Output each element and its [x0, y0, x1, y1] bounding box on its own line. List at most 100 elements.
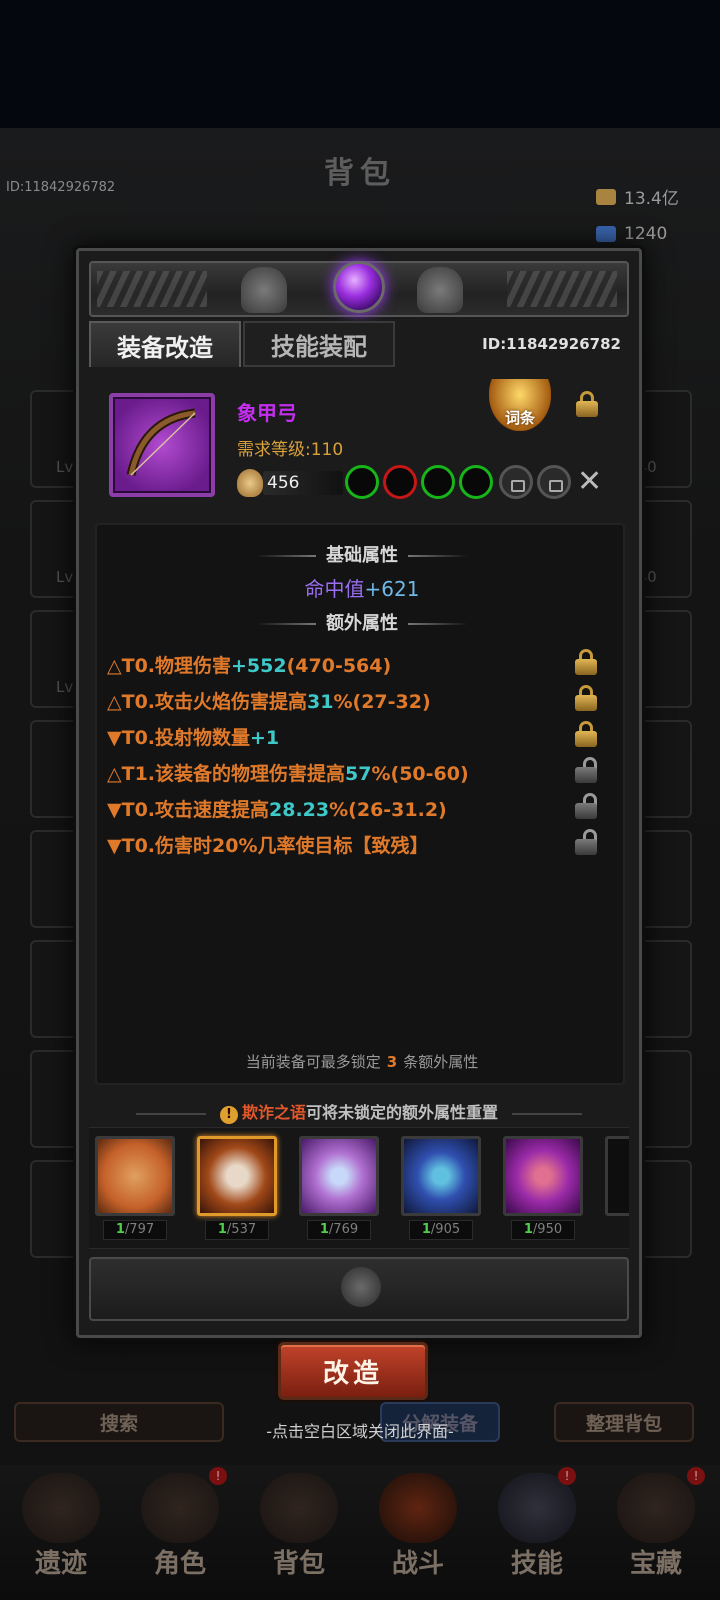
material-count: 1/950 — [511, 1220, 575, 1240]
material-description: 可将未锁定的额外属性重置 — [306, 1103, 499, 1122]
rainbow-crystal-icon — [401, 1136, 481, 1216]
pink-crystal-icon — [299, 1136, 379, 1216]
affix-value: 28.23 — [269, 799, 330, 821]
nav-backpack[interactable]: 背包 — [240, 1465, 358, 1600]
affix-row: ▼T0.攻击速度提高28.23%(26-31.2) — [107, 795, 447, 822]
base-stat-value: +621 — [364, 577, 420, 601]
bow-icon — [126, 408, 196, 477]
material-total: /950 — [532, 1222, 563, 1237]
material-count: 1/537 — [205, 1220, 269, 1240]
affix-text: △T1.该装备的物理伤害提高 — [107, 763, 346, 785]
dialog-tabs: 装备改造 技能装配 ID:11842926782 — [89, 321, 629, 367]
affix-range: %(27-32) — [333, 691, 431, 713]
backpack-icon — [260, 1473, 338, 1543]
lock-note-count: 3 — [386, 1053, 398, 1071]
reforge-button[interactable]: 改造 — [278, 1342, 428, 1400]
affix-lock-icon[interactable] — [575, 685, 597, 711]
lock-limit-note: 当前装备可最多锁定 3 条额外属性 — [97, 1051, 627, 1072]
base-stat: 命中值+621 — [97, 573, 627, 602]
material-name: 欺诈之语 — [241, 1103, 306, 1122]
socket-green[interactable] — [345, 465, 379, 499]
gold-display: 13.4亿 — [596, 184, 679, 209]
nav-treasure[interactable]: 宝藏! — [597, 1465, 715, 1600]
affix-entry-label: 词条 — [504, 409, 535, 427]
socket-locked — [537, 465, 571, 499]
close-hint[interactable]: -点击空白区域关闭此界面- — [0, 1418, 720, 1442]
tab-equipment-reforge[interactable]: 装备改造 — [89, 321, 241, 367]
affix-text: △T0.物理伤害 — [107, 655, 232, 677]
material-total: /905 — [430, 1222, 461, 1237]
material-total: /537 — [226, 1222, 257, 1237]
tab-label: 技能装配 — [271, 332, 367, 361]
socket-red[interactable] — [383, 465, 417, 499]
affix-unlock-icon[interactable] — [575, 793, 597, 819]
power-badge-icon — [237, 469, 263, 497]
notification-dot: ! — [558, 1467, 576, 1485]
player-id: ID:11842926782 — [6, 180, 116, 195]
affix-text: ▼T0.投射物数量 — [107, 727, 251, 749]
material-item[interactable]: 1/797 — [95, 1136, 175, 1242]
material-total: /797 — [124, 1222, 155, 1237]
affix-row: △T0.物理伤害+552(470-564) — [107, 651, 391, 678]
nav-skill[interactable]: 技能! — [478, 1465, 596, 1600]
material-item-selected[interactable]: 1/537 — [197, 1136, 277, 1242]
material-count: 1/797 — [103, 1220, 167, 1240]
wing-ornament — [507, 271, 617, 307]
status-bar — [0, 0, 720, 128]
equipment-reforge-dialog: 装备改造 技能装配 ID:11842926782 象甲弓 需求等级:110 45… — [76, 248, 642, 1338]
affix-value: 57 — [345, 763, 372, 785]
socket-green[interactable] — [421, 465, 455, 499]
warning-icon: ! — [219, 1106, 238, 1124]
material-list[interactable]: 1/797 1/537 1/769 1/905 1/950 — [89, 1127, 629, 1249]
item-icon-frame[interactable] — [109, 393, 215, 497]
tab-skill-assembly[interactable]: 技能装配 — [243, 321, 395, 367]
affix-value: +552 — [231, 655, 287, 677]
extra-attributes-title: 额外属性 — [97, 609, 627, 635]
material-total: /769 — [328, 1222, 359, 1237]
item-power: 456 — [263, 471, 343, 495]
affix-row: ▼T0.伤害时20%几率使目标【致残】 — [107, 831, 429, 858]
nav-label: 战斗 — [391, 1549, 444, 1579]
affix-unlock-icon[interactable] — [575, 829, 597, 855]
ornament-medallion — [341, 1267, 381, 1307]
material-item-partial[interactable] — [605, 1136, 629, 1242]
material-item[interactable]: 1/769 — [299, 1136, 379, 1242]
yin-yang-stone-icon — [95, 1136, 175, 1216]
gem-display: 1240 — [596, 224, 667, 244]
material-have: 1 — [319, 1222, 329, 1237]
affix-value: 31 — [307, 691, 334, 713]
nav-character[interactable]: 角色! — [121, 1465, 239, 1600]
affix-row: △T1.该装备的物理伤害提高57%(50-60) — [107, 759, 469, 786]
affix-range: (470-564) — [286, 655, 392, 677]
socket-locked — [499, 465, 533, 499]
material-item[interactable]: 1/905 — [401, 1136, 481, 1242]
affix-value: +1 — [250, 727, 280, 749]
base-attributes-title: 基础属性 — [97, 541, 627, 567]
affix-range: %(26-31.2) — [329, 799, 447, 821]
notification-dot: ! — [687, 1467, 705, 1485]
nav-label: 宝藏 — [629, 1549, 682, 1579]
gold-icon — [596, 188, 616, 205]
treasure-icon — [617, 1473, 695, 1543]
nav-relic[interactable]: 遗迹 — [2, 1465, 120, 1600]
material-item[interactable]: 1/950 — [503, 1136, 583, 1242]
affix-lock-icon[interactable] — [575, 721, 597, 747]
lock-note-text: 当前装备可最多锁定 — [245, 1053, 381, 1071]
nav-label: 背包 — [272, 1549, 325, 1579]
crossed-swords-icon[interactable]: ✕ — [577, 467, 602, 497]
affix-lock-icon[interactable] — [575, 649, 597, 675]
notification-dot: ! — [209, 1467, 227, 1485]
material-have: 1 — [217, 1222, 227, 1237]
material-hint: ! 欺诈之语可将未锁定的额外属性重置 — [79, 1099, 639, 1124]
item-lock-icon[interactable] — [576, 391, 598, 417]
affix-unlock-icon[interactable] — [575, 757, 597, 783]
tab-label: 装备改造 — [117, 333, 213, 362]
affix-entry-button[interactable]: 词条 — [489, 379, 551, 431]
dark-gem-icon — [503, 1136, 583, 1216]
slot-level: Lv — [56, 458, 74, 476]
nav-battle[interactable]: 战斗 — [359, 1465, 477, 1600]
base-attributes-label: 基础属性 — [326, 545, 398, 566]
attribute-panel: 基础属性 命中值+621 额外属性 △T0.物理伤害+552(470-564) … — [95, 523, 625, 1085]
character-icon — [141, 1473, 219, 1543]
socket-green[interactable] — [459, 465, 493, 499]
